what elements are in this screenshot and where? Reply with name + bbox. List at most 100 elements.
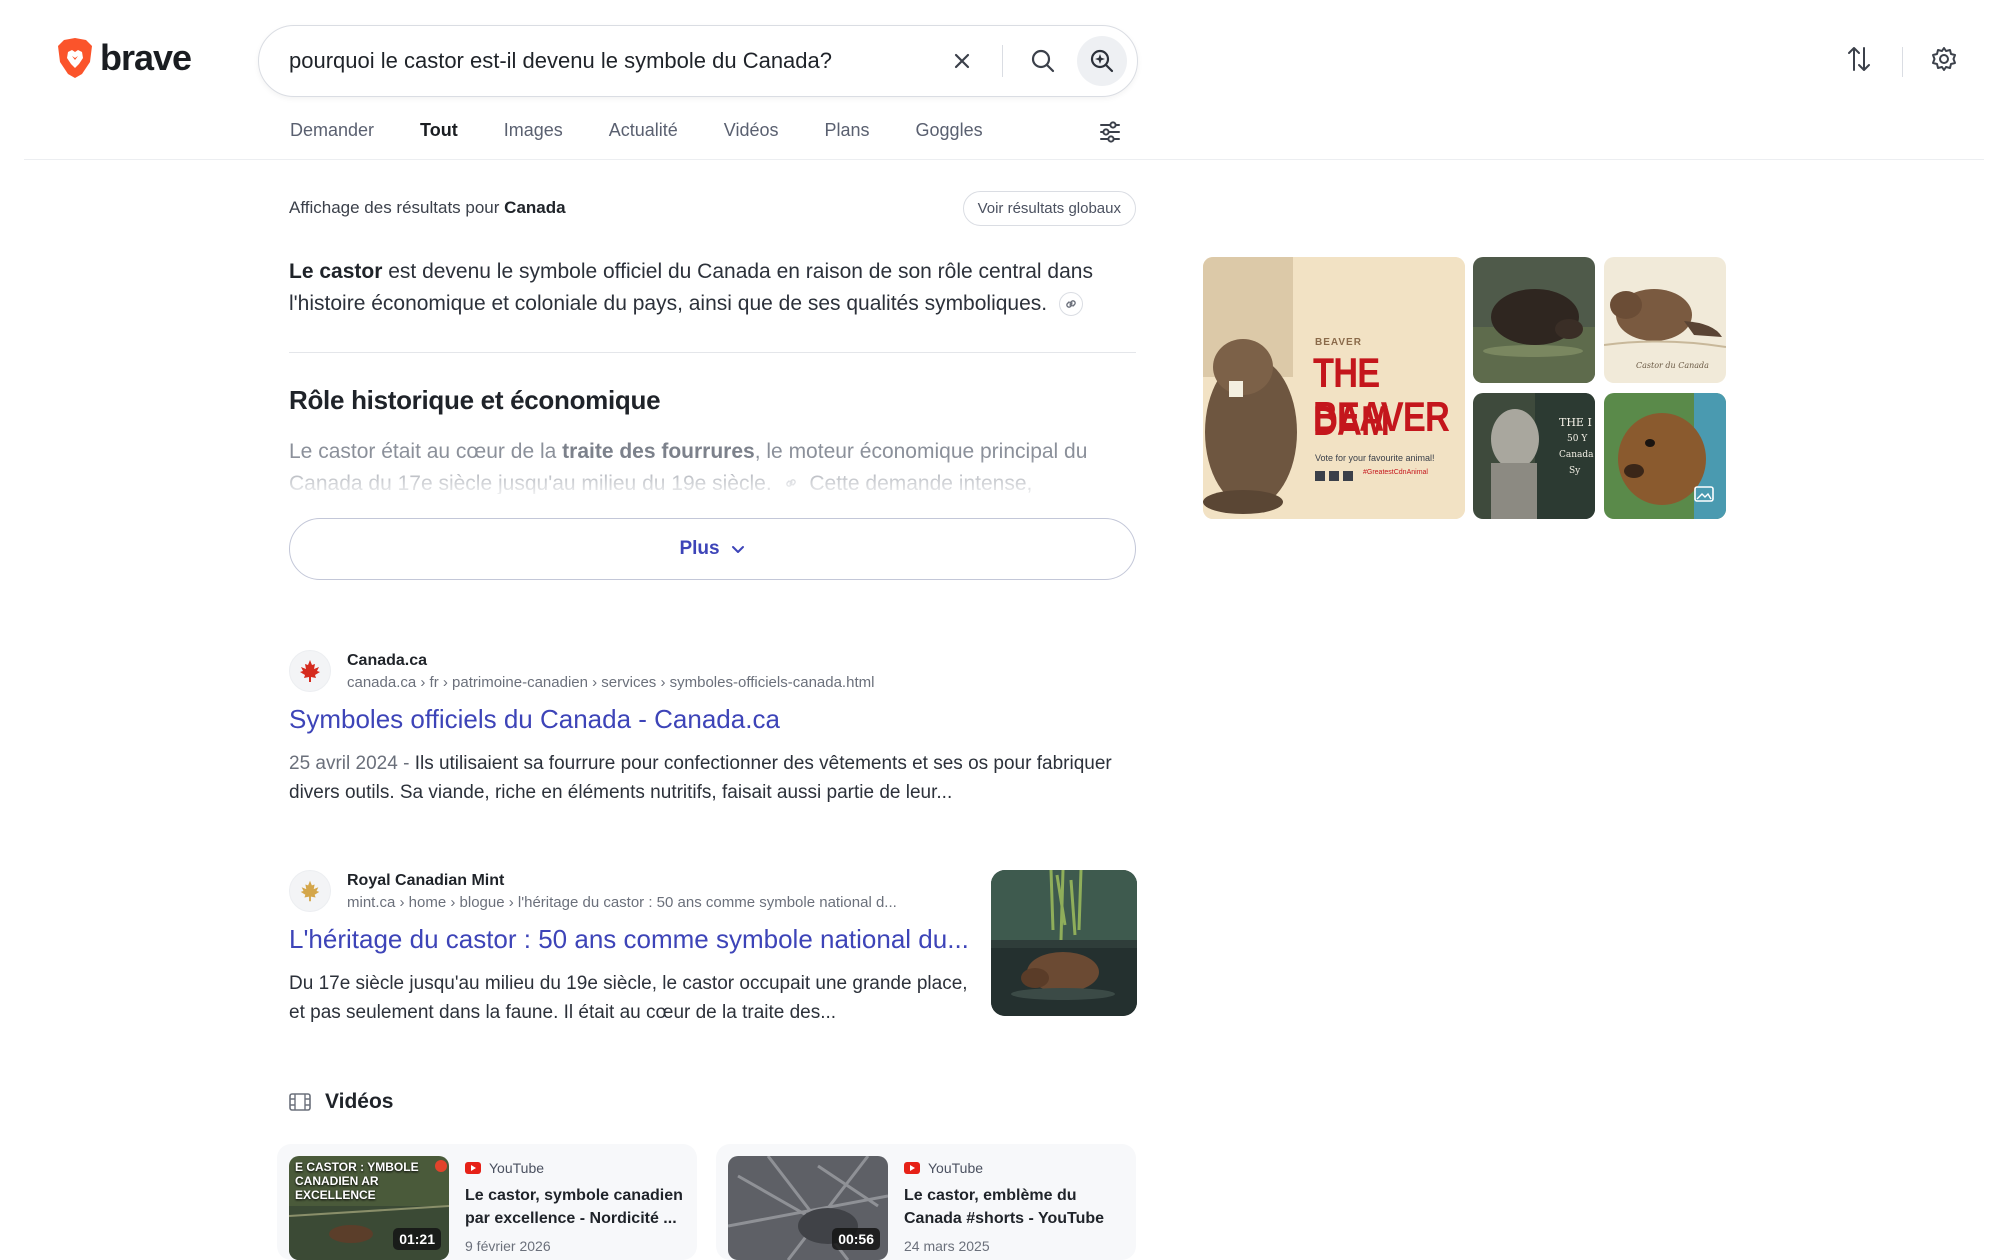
image-result-beaver-closeup[interactable]: [1604, 393, 1726, 519]
link-icon: [1066, 300, 1076, 309]
maple-leaf-icon: [300, 660, 320, 682]
video-info: YouTube Le castor, emblème du Canada #sh…: [904, 1156, 1124, 1254]
header-actions: [1846, 44, 1957, 79]
poster-caption: Vote for your favourite animal!: [1315, 453, 1435, 463]
search-icon: [1031, 49, 1055, 73]
answer-divider: [289, 352, 1136, 353]
video-card[interactable]: 00:56 YouTube Le castor, emblème du Cana…: [716, 1144, 1136, 1260]
main-column: Affichage des résultats pour Canada Voir…: [289, 190, 1136, 580]
region-prefix: Affichage des résultats pour: [289, 198, 500, 217]
instagram-icon: [1343, 471, 1353, 481]
statue-text-line1: THE I: [1559, 416, 1592, 429]
show-more-button[interactable]: Plus: [289, 518, 1136, 580]
global-results-button[interactable]: Voir résultats globaux: [962, 190, 1136, 226]
site-favicon[interactable]: [289, 650, 331, 692]
tab-ask[interactable]: Demander: [290, 120, 374, 141]
poster-social-icons: [1315, 471, 1353, 481]
ai-answer: Le castor est devenu le symbole officiel…: [289, 256, 1136, 320]
search-box: [258, 25, 1138, 97]
search-result: Canada.ca canada.ca › fr › patrimoine-ca…: [289, 650, 1136, 807]
search-divider: [1002, 45, 1003, 77]
result-title-link[interactable]: L'héritage du castor : 50 ans comme symb…: [289, 924, 969, 955]
video-date: 9 février 2026: [465, 1238, 551, 1254]
video-thumbnail-text: E CASTOR : YMBOLE CANADIEN AR EXCELLENCE: [295, 1160, 419, 1202]
tab-goggles[interactable]: Goggles: [916, 120, 983, 141]
chevron-down-icon: [731, 546, 744, 553]
video-duration: 01:21: [393, 1228, 441, 1250]
result-snippet-text: Ils utilisaient sa fourrure pour confect…: [289, 753, 1112, 803]
youtube-icon: [465, 1162, 481, 1174]
sort-arrows-icon: [1848, 47, 1870, 71]
videos-title: Vidéos: [325, 1090, 394, 1113]
sort-toggle-button[interactable]: [1846, 44, 1872, 79]
facebook-icon: [1315, 471, 1325, 481]
twitter-icon: [1329, 471, 1339, 481]
result-thumbnail[interactable]: [991, 870, 1137, 1016]
result-snippet: Du 17e siècle jusqu'au milieu du 19e siè…: [289, 973, 968, 1023]
statue-text-line4: Sy: [1569, 466, 1581, 476]
video-source: YouTube: [904, 1160, 1124, 1176]
tab-images[interactable]: Images: [504, 120, 563, 141]
region-name: Canada: [504, 198, 566, 217]
statue-text-line2: 50 Y: [1567, 434, 1588, 444]
result-site-name[interactable]: Canada.ca: [347, 652, 874, 670]
result-header: Royal Canadian Mint mint.ca › home › blo…: [289, 870, 969, 912]
result-snippet: 25 avril 2024 - Ils utilisaient sa fourr…: [289, 749, 1136, 807]
poster-small-text: BEAVER: [1315, 337, 1362, 348]
site-favicon[interactable]: [289, 870, 331, 912]
fade-bold: traite des fourrures: [562, 440, 755, 463]
answer-section-title: Rôle historique et économique: [289, 385, 661, 415]
show-more-label: Plus: [679, 538, 720, 559]
search-tabs: Demander Tout Images Actualité Vidéos Pl…: [290, 120, 983, 141]
result-source: Canada.ca canada.ca › fr › patrimoine-ca…: [347, 652, 874, 691]
result-source: Royal Canadian Mint mint.ca › home › blo…: [347, 872, 969, 911]
search-input[interactable]: [259, 48, 938, 74]
image-result-beaver-statue[interactable]: THE I 50 Y Canada Sy: [1473, 393, 1595, 519]
image-gallery-button[interactable]: [1694, 486, 1714, 507]
sliders-icon: [1100, 121, 1120, 143]
search-filters-button[interactable]: [1098, 120, 1122, 149]
clear-search-button[interactable]: [938, 37, 986, 85]
result-title-link[interactable]: Symboles officiels du Canada - Canada.ca: [289, 704, 1136, 735]
tab-videos[interactable]: Vidéos: [724, 120, 779, 141]
ai-search-button[interactable]: [1077, 36, 1127, 86]
result-url[interactable]: mint.ca › home › blogue › l'héritage du …: [347, 894, 969, 911]
citation-link[interactable]: [1058, 292, 1083, 317]
close-icon: [954, 53, 970, 69]
image-result-beaver-illustration[interactable]: Castor du Canada: [1604, 257, 1726, 383]
youtube-icon: [904, 1162, 920, 1174]
result-header: Canada.ca canada.ca › fr › patrimoine-ca…: [289, 650, 1136, 692]
header-divider: [1902, 46, 1903, 77]
ai-search-icon: [1090, 49, 1114, 73]
tab-all[interactable]: Tout: [420, 120, 458, 141]
result-site-name[interactable]: Royal Canadian Mint: [347, 872, 969, 890]
image-result-poster[interactable]: BEAVER THE DAM BEAVER Vote for your favo…: [1203, 257, 1465, 519]
statue-text: THE I 50 Y Canada Sy: [1559, 415, 1594, 479]
result-url[interactable]: canada.ca › fr › patrimoine-canadien › s…: [347, 674, 874, 691]
region-notice: Affichage des résultats pour Canada: [289, 198, 566, 218]
video-thumbnail: E CASTOR : YMBOLE CANADIEN AR EXCELLENCE…: [289, 1156, 449, 1260]
header-divider-line: [24, 159, 1984, 160]
video-title: Le castor, emblème du Canada #shorts - Y…: [904, 1187, 1105, 1227]
brave-lion-icon: [58, 38, 92, 78]
video-date: 24 mars 2025: [904, 1238, 990, 1254]
video-duration: 00:56: [832, 1228, 880, 1250]
answer-preview-text: Le castor était au cœur de la traite des…: [289, 436, 1136, 494]
settings-button[interactable]: [1931, 46, 1957, 77]
tab-news[interactable]: Actualité: [609, 120, 678, 141]
video-card[interactable]: E CASTOR : YMBOLE CANADIEN AR EXCELLENCE…: [277, 1144, 697, 1260]
video-title: Le castor, symbole canadien par excellen…: [465, 1187, 683, 1227]
gold-maple-leaf-icon: [300, 880, 320, 902]
brave-logo[interactable]: brave: [56, 36, 192, 80]
tab-maps[interactable]: Plans: [825, 120, 870, 141]
region-row: Affichage des résultats pour Canada Voir…: [289, 190, 1136, 226]
image-result-swimming-beaver[interactable]: [1473, 257, 1595, 383]
link-icon: [785, 479, 796, 487]
search-button[interactable]: [1019, 37, 1067, 85]
video-source-name: YouTube: [928, 1160, 984, 1176]
swimming-beaver-image: [1473, 257, 1595, 383]
video-info: YouTube Le castor, symbole canadien par …: [465, 1156, 685, 1254]
video-source-name: YouTube: [489, 1160, 545, 1176]
fade-prefix: Le castor était au cœur de la: [289, 440, 557, 463]
search-result: Royal Canadian Mint mint.ca › home › blo…: [289, 870, 969, 1027]
